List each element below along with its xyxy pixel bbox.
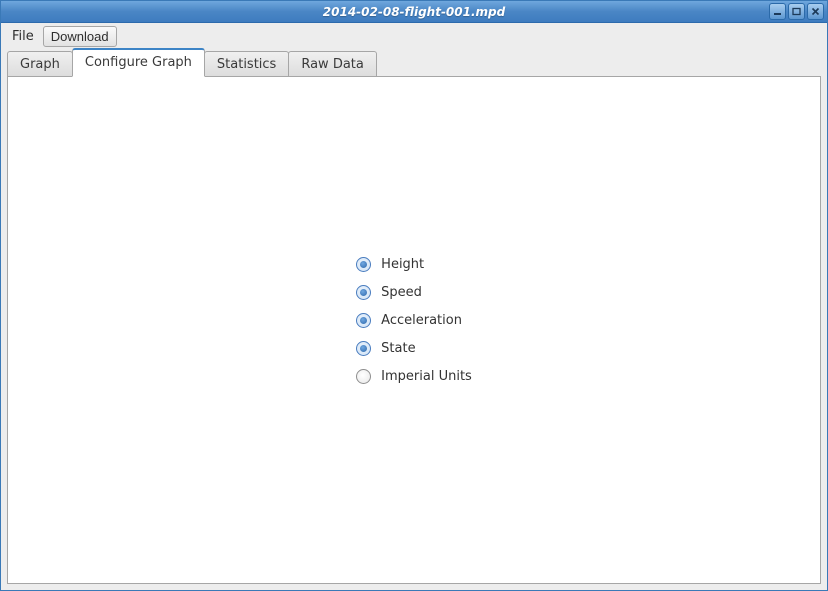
radio-icon xyxy=(356,313,371,328)
tab-statistics[interactable]: Statistics xyxy=(204,51,289,77)
option-label: Height xyxy=(381,257,424,272)
option-imperial-units[interactable]: Imperial Units xyxy=(356,369,472,384)
option-label: Acceleration xyxy=(381,313,462,328)
tab-configure-graph[interactable]: Configure Graph xyxy=(72,48,205,77)
tab-graph[interactable]: Graph xyxy=(7,51,73,77)
close-button[interactable] xyxy=(807,3,824,20)
tabstrip: Graph Configure Graph Statistics Raw Dat… xyxy=(1,49,827,76)
radio-icon xyxy=(356,257,371,272)
window-controls xyxy=(769,3,824,20)
option-label: Speed xyxy=(381,285,422,300)
titlebar[interactable]: 2014-02-08-flight-001.mpd xyxy=(1,1,827,23)
option-height[interactable]: Height xyxy=(356,257,472,272)
option-speed[interactable]: Speed xyxy=(356,285,472,300)
option-label: Imperial Units xyxy=(381,369,472,384)
menu-file[interactable]: File xyxy=(5,26,41,47)
option-state[interactable]: State xyxy=(356,341,472,356)
app-window: 2014-02-08-flight-001.mpd File Download … xyxy=(0,0,828,591)
window-title: 2014-02-08-flight-001.mpd xyxy=(1,5,827,19)
tab-panel-configure-graph: Height Speed Acceleration State Imperial… xyxy=(7,76,821,584)
option-acceleration[interactable]: Acceleration xyxy=(356,313,472,328)
radio-icon xyxy=(356,285,371,300)
option-label: State xyxy=(381,341,415,356)
download-button[interactable]: Download xyxy=(43,26,117,47)
radio-icon xyxy=(356,341,371,356)
tab-raw-data[interactable]: Raw Data xyxy=(288,51,377,77)
configure-options: Height Speed Acceleration State Imperial… xyxy=(356,257,472,384)
menubar: File Download xyxy=(1,23,827,49)
radio-icon xyxy=(356,369,371,384)
maximize-button[interactable] xyxy=(788,3,805,20)
minimize-button[interactable] xyxy=(769,3,786,20)
